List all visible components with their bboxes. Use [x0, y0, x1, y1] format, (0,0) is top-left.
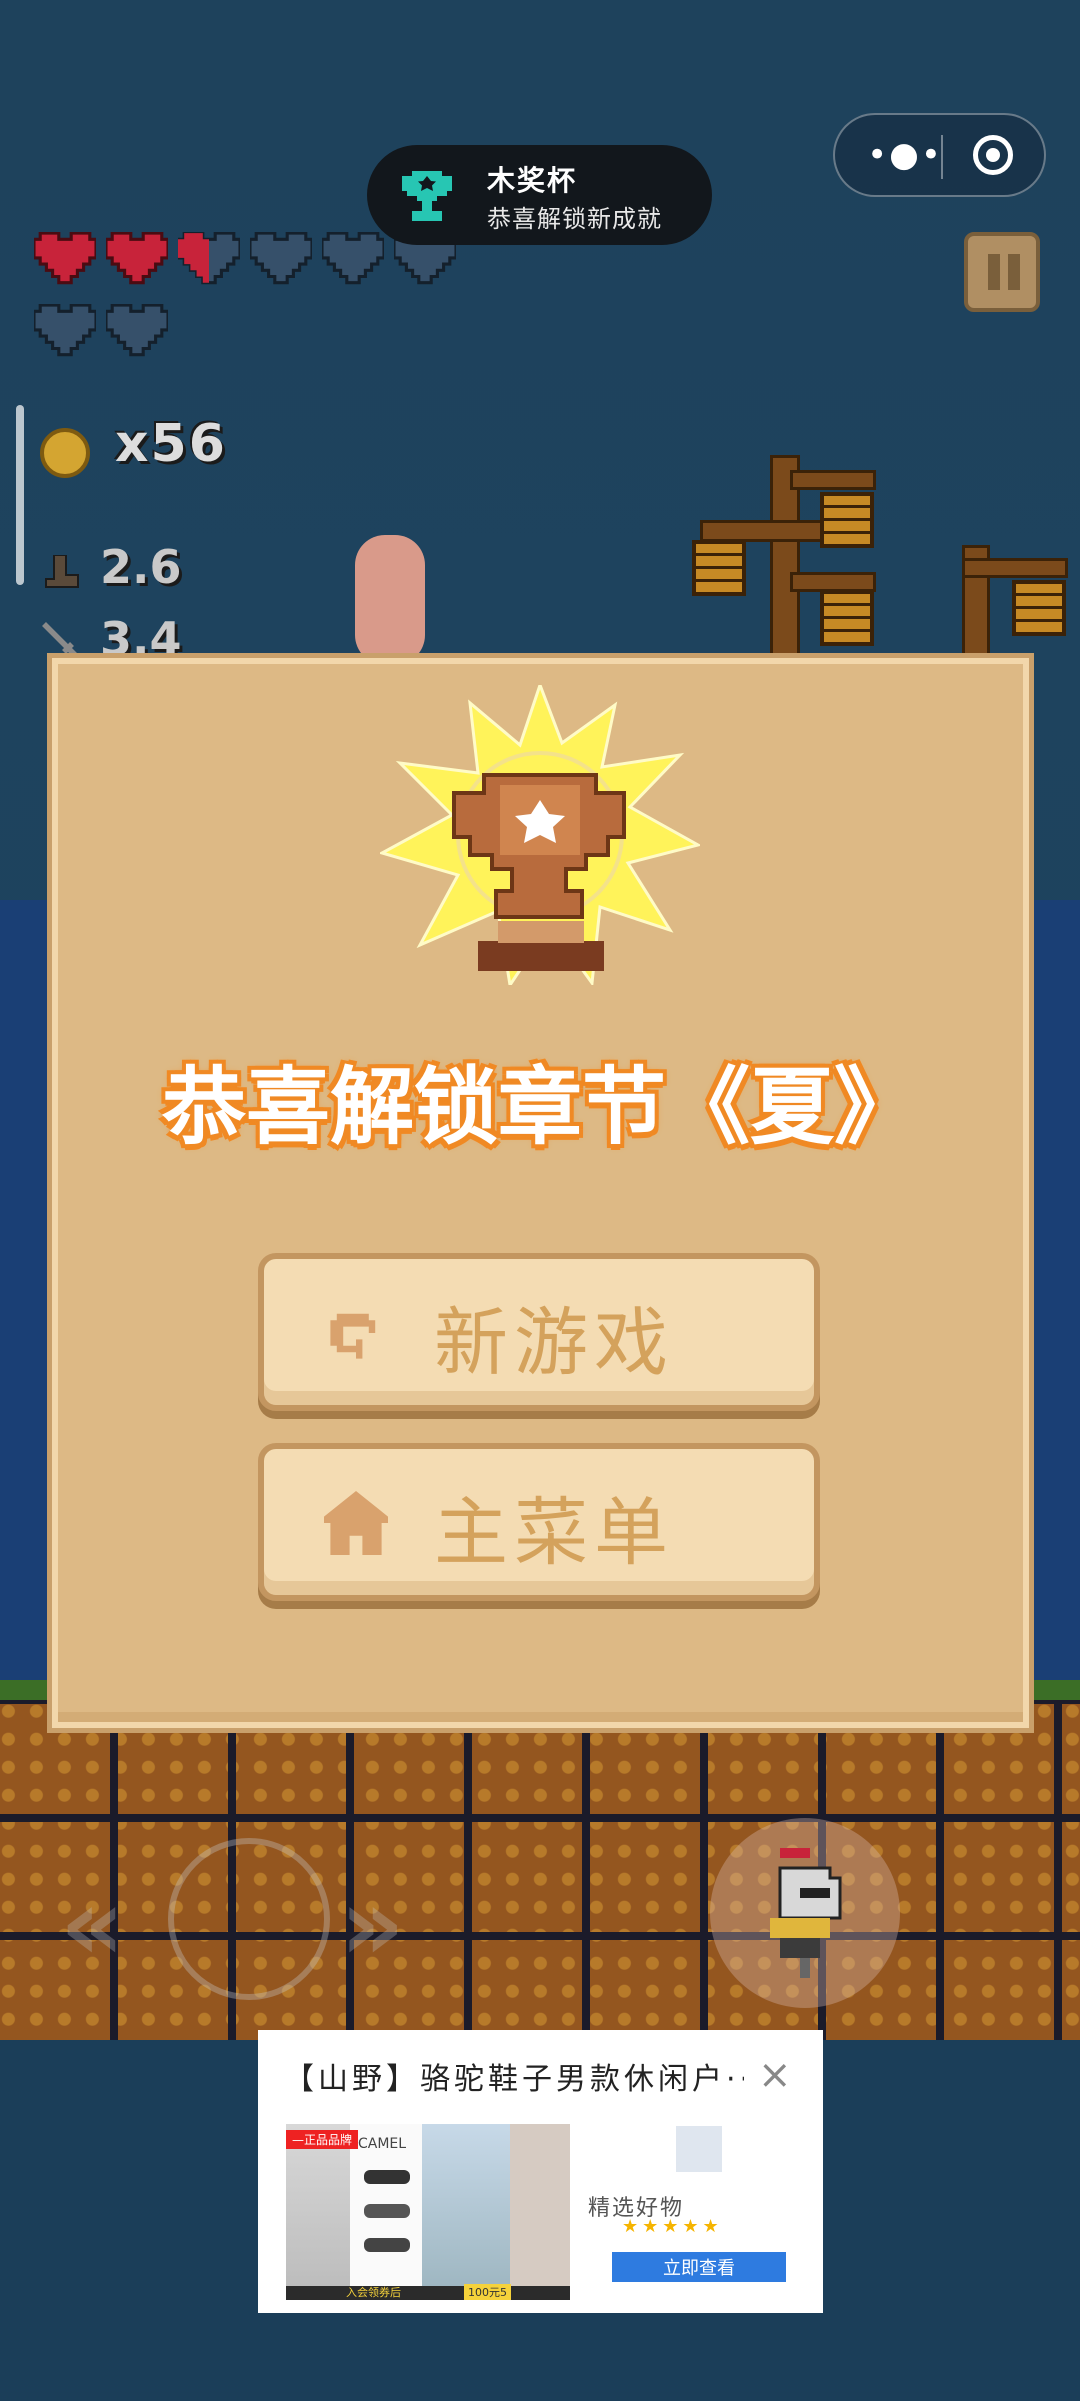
- heart-half-icon: [178, 232, 240, 285]
- joystick-left-arrow[interactable]: «: [60, 1866, 125, 1983]
- sword-icon: [40, 620, 80, 660]
- brick-ground: [0, 1700, 1080, 2050]
- heart-empty-icon: [322, 232, 384, 285]
- pause-button[interactable]: [964, 232, 1040, 312]
- trophy-burst-icon: [380, 685, 700, 985]
- heart-empty-icon: [34, 304, 96, 357]
- joystick[interactable]: [168, 1838, 330, 2000]
- heart-full-icon: [106, 232, 168, 285]
- coin-count: x56: [115, 414, 227, 474]
- ad-price: 100元5: [464, 2284, 511, 2300]
- heart-empty-icon: [250, 232, 312, 285]
- toast-subtitle: 恭喜解锁新成就: [487, 205, 662, 233]
- speed-value: 2.6: [100, 540, 182, 594]
- home-icon: [324, 1491, 388, 1555]
- ad-image[interactable]: [510, 2124, 570, 2286]
- ad-title[interactable]: 【山野】骆驼鞋子男款休闲户···: [284, 2054, 744, 2098]
- new-game-label: 新游戏: [434, 1300, 674, 1386]
- lantern-beam: [962, 558, 1068, 578]
- achievement-toast: 木奖杯 恭喜解锁新成就: [367, 145, 712, 245]
- scroll-indicator: [16, 405, 24, 585]
- ad-cta-button[interactable]: 立即查看: [612, 2252, 786, 2282]
- ad-brand: CAMEL: [358, 2136, 407, 2152]
- lantern: [1012, 580, 1066, 636]
- ad-promo: 入会领券后: [346, 2286, 401, 2299]
- boot-icon: [42, 554, 82, 591]
- ad-rating-stars: ★★★★★: [622, 2216, 723, 2237]
- ad-banner[interactable]: 【山野】骆驼鞋子男款休闲户··· × —正品品牌 CAMEL 入会领券后 100…: [258, 2030, 823, 2313]
- action-button[interactable]: [710, 1818, 900, 2008]
- lantern: [820, 492, 874, 548]
- new-game-button[interactable]: 新游戏: [258, 1253, 820, 1411]
- mini-program-capsule: •●•: [833, 113, 1046, 197]
- ad-close-icon[interactable]: ×: [758, 2052, 792, 2098]
- heart-empty-icon: [106, 304, 168, 357]
- heart-full-icon: [34, 232, 96, 285]
- knight-icon: [770, 1848, 842, 1978]
- main-menu-label: 主菜单: [434, 1490, 674, 1576]
- restart-icon: [330, 1313, 376, 1359]
- joystick-right-arrow[interactable]: »: [340, 1866, 405, 1983]
- ad-promo-strip: 入会领券后: [286, 2286, 570, 2300]
- more-dots-icon[interactable]: •●•: [865, 135, 945, 175]
- toast-title: 木奖杯: [487, 164, 578, 197]
- lantern-beam: [790, 470, 876, 490]
- capsule-divider: [941, 135, 943, 179]
- coin-icon: [40, 428, 90, 478]
- lantern-beam: [790, 572, 876, 592]
- pink-pillar: [355, 535, 425, 665]
- chapter-unlock-title: 恭喜解锁章节《夏》: [161, 1058, 918, 1156]
- ad-thumbnail[interactable]: [676, 2126, 722, 2172]
- lantern: [692, 540, 746, 596]
- trophy-icon: [402, 171, 452, 221]
- ad-badge: —正品品牌: [286, 2130, 359, 2149]
- lantern-beam: [700, 520, 836, 542]
- target-icon[interactable]: [973, 135, 1013, 175]
- main-menu-button[interactable]: 主菜单: [258, 1443, 820, 1601]
- lantern: [820, 590, 874, 646]
